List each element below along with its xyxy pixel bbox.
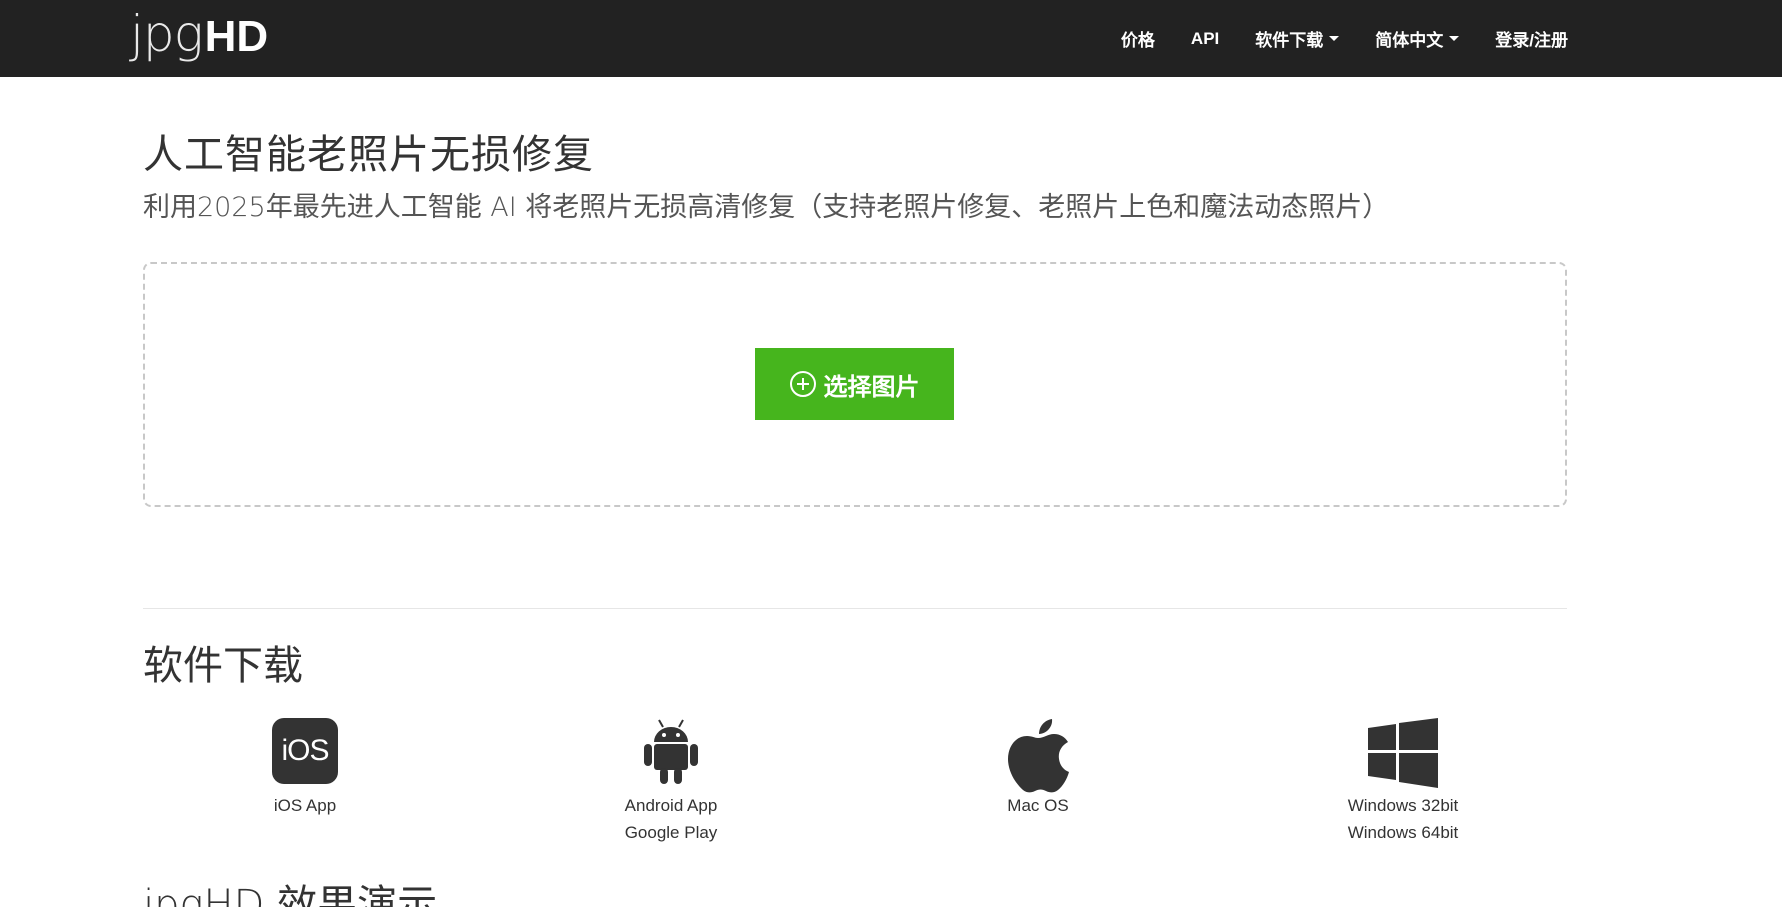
download-mac-label: Mac OS [1007,796,1069,815]
demo-title: jpgHD 效果演示 [143,882,438,907]
logo-text-jpg: jpg [130,5,204,63]
download-ios-label: iOS App [273,796,337,815]
windows-icon [1368,718,1438,788]
nav-language-label: 简体中文 [1375,31,1444,50]
download-windows[interactable]: Windows 32bit Windows 64bit [1283,718,1523,846]
ios-icon: iOS [272,718,338,784]
nav-api[interactable]: API [1173,0,1237,77]
nav-download-dropdown[interactable]: 软件下载 [1237,0,1357,77]
plus-circle-icon [789,371,816,397]
android-icon [644,719,698,784]
caret-down-icon [1329,36,1340,41]
main-nav: 价格 API 软件下载 简体中文 登录/注册 [1103,0,1568,77]
page-subtitle: 利用2025年最先进人工智能 AI 将老照片无损高清修复（支持老照片修复、老照片… [143,192,1390,223]
download-windows32-label: Windows 32bit [1347,796,1459,815]
nav-download-label: 软件下载 [1255,31,1324,50]
page-title: 人工智能老照片无损修复 [143,132,594,178]
select-image-label: 选择图片 [823,373,920,401]
caret-down-icon [1449,36,1460,41]
apple-icon [1008,719,1069,793]
download-windows64-label: Windows 64bit [1347,823,1459,842]
nav-price[interactable]: 价格 [1103,0,1173,77]
select-image-button[interactable]: 选择图片 [755,348,954,420]
downloads-title: 软件下载 [143,643,303,689]
download-ios[interactable]: iOS iOS App [185,718,425,819]
top-navbar: jpg HD 价格 API 软件下载 简体中文 登录/注册 [0,0,1782,77]
download-android[interactable]: Android App Google Play [551,718,791,846]
site-logo[interactable]: jpg HD [130,4,268,64]
download-google-play-label: Google Play [624,823,718,842]
nav-language-dropdown[interactable]: 简体中文 [1357,0,1477,77]
nav-login[interactable]: 登录/注册 [1477,0,1568,77]
download-android-label: Android App [624,796,718,815]
section-divider [143,608,1567,609]
download-mac[interactable]: Mac OS [918,718,1158,819]
logo-text-hd: HD [204,12,269,61]
